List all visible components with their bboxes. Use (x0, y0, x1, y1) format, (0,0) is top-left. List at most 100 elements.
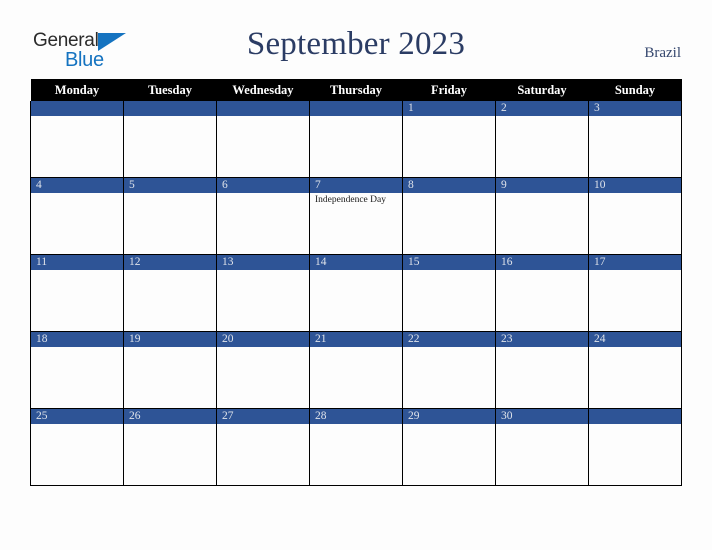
holiday-event: Independence Day (315, 195, 386, 205)
day-cell-inner (589, 409, 681, 485)
day-cell-inner: 11 (31, 255, 123, 331)
calendar-day-cell[interactable]: 2 (495, 101, 589, 178)
day-event-list (403, 424, 495, 426)
day-cell-inner: 22 (403, 332, 495, 408)
calendar-day-cell[interactable] (30, 101, 124, 178)
day-cell-inner: 6 (217, 178, 309, 254)
calendar-day-cell[interactable]: 20 (216, 331, 310, 409)
day-event-list (217, 347, 309, 349)
day-number: 9 (496, 178, 588, 193)
calendar-day-cell[interactable]: 3 (588, 101, 682, 178)
calendar-day-cell[interactable]: 25 (30, 408, 124, 486)
day-cell-inner: 4 (31, 178, 123, 254)
day-event-list (31, 193, 123, 195)
weekday-header-sunday: Sunday (588, 79, 682, 101)
day-cell-inner (124, 101, 216, 177)
day-number: 5 (124, 178, 216, 193)
day-cell-inner: 15 (403, 255, 495, 331)
day-cell-inner: 12 (124, 255, 216, 331)
calendar-day-cell[interactable]: 26 (123, 408, 217, 486)
calendar-day-cell[interactable]: 13 (216, 254, 310, 332)
calendar-day-cell[interactable]: 16 (495, 254, 589, 332)
calendar-day-cell[interactable]: 6 (216, 177, 310, 255)
day-event-list (124, 347, 216, 349)
day-number: 14 (310, 255, 402, 270)
calendar-day-cell[interactable]: 4 (30, 177, 124, 255)
day-event-list (310, 270, 402, 272)
calendar-day-cell[interactable] (216, 101, 310, 178)
calendar-day-cell[interactable]: 18 (30, 331, 124, 409)
day-event-list (310, 424, 402, 426)
day-cell-inner: 28 (310, 409, 402, 485)
calendar-day-cell[interactable]: 19 (123, 331, 217, 409)
weekday-header-saturday: Saturday (495, 79, 589, 101)
calendar-day-cell[interactable]: 23 (495, 331, 589, 409)
calendar-week-row: 18 19 20 21 22 23 24 (30, 331, 682, 409)
calendar-day-cell[interactable]: 24 (588, 331, 682, 409)
calendar-day-cell[interactable]: 9 (495, 177, 589, 255)
calendar-day-cell[interactable]: 15 (402, 254, 496, 332)
day-number: 12 (124, 255, 216, 270)
day-number (310, 101, 402, 116)
day-event-list (496, 116, 588, 118)
day-event-list (31, 424, 123, 426)
day-event-list (403, 193, 495, 195)
day-cell-inner: 19 (124, 332, 216, 408)
day-number: 30 (496, 409, 588, 424)
day-cell-inner: 18 (31, 332, 123, 408)
day-number: 10 (589, 178, 681, 193)
day-cell-inner: 23 (496, 332, 588, 408)
calendar-day-cell[interactable]: 30 (495, 408, 589, 486)
day-event-list (403, 116, 495, 118)
calendar-day-cell[interactable] (123, 101, 217, 178)
day-cell-inner: 9 (496, 178, 588, 254)
calendar-week-row: 4 5 6 7 Independence Day 8 9 10 (30, 177, 682, 255)
day-event-list (217, 193, 309, 195)
day-cell-inner: 13 (217, 255, 309, 331)
day-number: 24 (589, 332, 681, 347)
calendar-day-cell[interactable]: 10 (588, 177, 682, 255)
day-number (589, 409, 681, 424)
calendar-day-cell[interactable] (588, 408, 682, 486)
calendar-day-cell[interactable]: 21 (309, 331, 403, 409)
calendar-day-cell[interactable]: 11 (30, 254, 124, 332)
day-event-list (31, 270, 123, 272)
calendar-day-cell[interactable]: 12 (123, 254, 217, 332)
day-cell-inner: 2 (496, 101, 588, 177)
calendar-day-cell[interactable]: 8 (402, 177, 496, 255)
day-event-list (589, 347, 681, 349)
day-number: 22 (403, 332, 495, 347)
calendar-day-cell[interactable] (309, 101, 403, 178)
calendar-day-cell[interactable]: 29 (402, 408, 496, 486)
calendar-day-cell[interactable]: 17 (588, 254, 682, 332)
weekday-header-monday: Monday (30, 79, 124, 101)
day-cell-inner (217, 101, 309, 177)
calendar-day-cell[interactable]: 1 (402, 101, 496, 178)
day-number (217, 101, 309, 116)
day-number: 18 (31, 332, 123, 347)
day-event-list (310, 347, 402, 349)
day-cell-inner: 21 (310, 332, 402, 408)
day-number: 15 (403, 255, 495, 270)
day-number: 26 (124, 409, 216, 424)
calendar-day-cell[interactable]: 7 Independence Day (309, 177, 403, 255)
day-event-list: Independence Day (310, 193, 402, 206)
day-cell-inner: 14 (310, 255, 402, 331)
calendar-day-cell[interactable]: 27 (216, 408, 310, 486)
day-event-list (496, 270, 588, 272)
day-cell-inner: 7 Independence Day (310, 178, 402, 254)
day-number: 8 (403, 178, 495, 193)
day-cell-inner: 10 (589, 178, 681, 254)
day-number: 16 (496, 255, 588, 270)
day-event-list (589, 270, 681, 272)
day-event-list (496, 193, 588, 195)
day-cell-inner: 27 (217, 409, 309, 485)
calendar-day-cell[interactable]: 28 (309, 408, 403, 486)
calendar-day-cell[interactable]: 5 (123, 177, 217, 255)
calendar-day-cell[interactable]: 14 (309, 254, 403, 332)
page-header: General Blue September 2023 Brazil (0, 0, 712, 79)
day-event-list (124, 270, 216, 272)
day-event-list (31, 116, 123, 118)
calendar-day-cell[interactable]: 22 (402, 331, 496, 409)
day-event-list (589, 424, 681, 426)
